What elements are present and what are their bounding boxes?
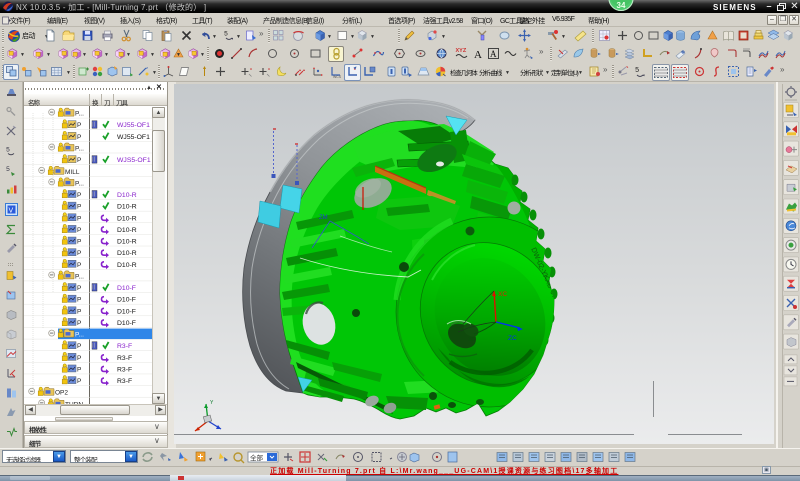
svg-text:P: P bbox=[77, 204, 81, 211]
svg-text:34: 34 bbox=[617, 1, 626, 10]
svg-text:P: P bbox=[77, 227, 81, 234]
svg-text:D10-R: D10-R bbox=[117, 262, 137, 269]
svg-text:P: P bbox=[77, 366, 81, 373]
svg-text:WJ55-OF1: WJ55-OF1 bbox=[117, 122, 150, 129]
svg-text:5: 5 bbox=[224, 31, 228, 38]
svg-text:P...: P... bbox=[75, 332, 84, 339]
svg-text:A: A bbox=[474, 49, 482, 60]
svg-text:OP2: OP2 bbox=[55, 390, 68, 397]
svg-text:P: P bbox=[77, 134, 81, 141]
svg-text:WCS: WCS bbox=[333, 75, 342, 78]
svg-text:ZC: ZC bbox=[508, 335, 517, 342]
svg-text:D10-R: D10-R bbox=[117, 215, 137, 222]
svg-text:D10-F: D10-F bbox=[117, 285, 136, 292]
svg-text:D10-R: D10-R bbox=[117, 239, 137, 246]
svg-text:P: P bbox=[77, 343, 81, 350]
svg-text:5: 5 bbox=[6, 147, 10, 154]
svg-text:P...: P... bbox=[75, 111, 84, 118]
svg-text:P: P bbox=[77, 320, 81, 327]
svg-text:P: P bbox=[77, 308, 81, 315]
svg-text:P: P bbox=[77, 215, 81, 222]
svg-text:R3-F: R3-F bbox=[117, 343, 132, 350]
svg-text:P...: P... bbox=[75, 180, 84, 187]
svg-text:V: V bbox=[9, 208, 14, 215]
svg-text:MILL: MILL bbox=[65, 169, 80, 176]
svg-text:D10-R: D10-R bbox=[117, 227, 137, 234]
svg-text:D10-R: D10-R bbox=[117, 204, 137, 211]
svg-text:R3-F: R3-F bbox=[117, 366, 132, 373]
svg-text:P: P bbox=[77, 250, 81, 257]
svg-text:P: P bbox=[77, 285, 81, 292]
svg-text:P: P bbox=[77, 157, 81, 164]
svg-text:R3-F: R3-F bbox=[117, 378, 132, 385]
svg-text:P: P bbox=[77, 355, 81, 362]
svg-text:D10-F: D10-F bbox=[117, 320, 136, 327]
svg-text:P: P bbox=[77, 122, 81, 129]
svg-text:D10-R: D10-R bbox=[117, 192, 137, 199]
svg-text:ZM: ZM bbox=[319, 215, 328, 221]
svg-text:D10-F: D10-F bbox=[117, 297, 136, 304]
svg-text:5: 5 bbox=[6, 166, 10, 173]
svg-text:A: A bbox=[490, 49, 497, 59]
svg-text:ZC: ZC bbox=[468, 337, 475, 343]
svg-text:D10-F: D10-F bbox=[117, 308, 136, 315]
svg-text:P...: P... bbox=[75, 273, 84, 280]
svg-text:XC: XC bbox=[498, 291, 507, 298]
svg-text:P: P bbox=[77, 239, 81, 246]
svg-text:P: P bbox=[77, 378, 81, 385]
svg-text:P: P bbox=[77, 192, 81, 199]
svg-text:全部: 全部 bbox=[250, 453, 264, 462]
svg-text:WJS5-OF1: WJS5-OF1 bbox=[117, 157, 151, 164]
svg-text:P...: P... bbox=[75, 145, 84, 152]
svg-text:D10-R: D10-R bbox=[117, 250, 137, 257]
svg-text:5: 5 bbox=[635, 67, 639, 75]
svg-text:P: P bbox=[77, 297, 81, 304]
svg-text:XYZ: XYZ bbox=[456, 48, 467, 54]
svg-text:WJ55-OF1: WJ55-OF1 bbox=[117, 134, 150, 141]
svg-text:P: P bbox=[77, 262, 81, 269]
svg-text:R3-F: R3-F bbox=[117, 355, 132, 362]
